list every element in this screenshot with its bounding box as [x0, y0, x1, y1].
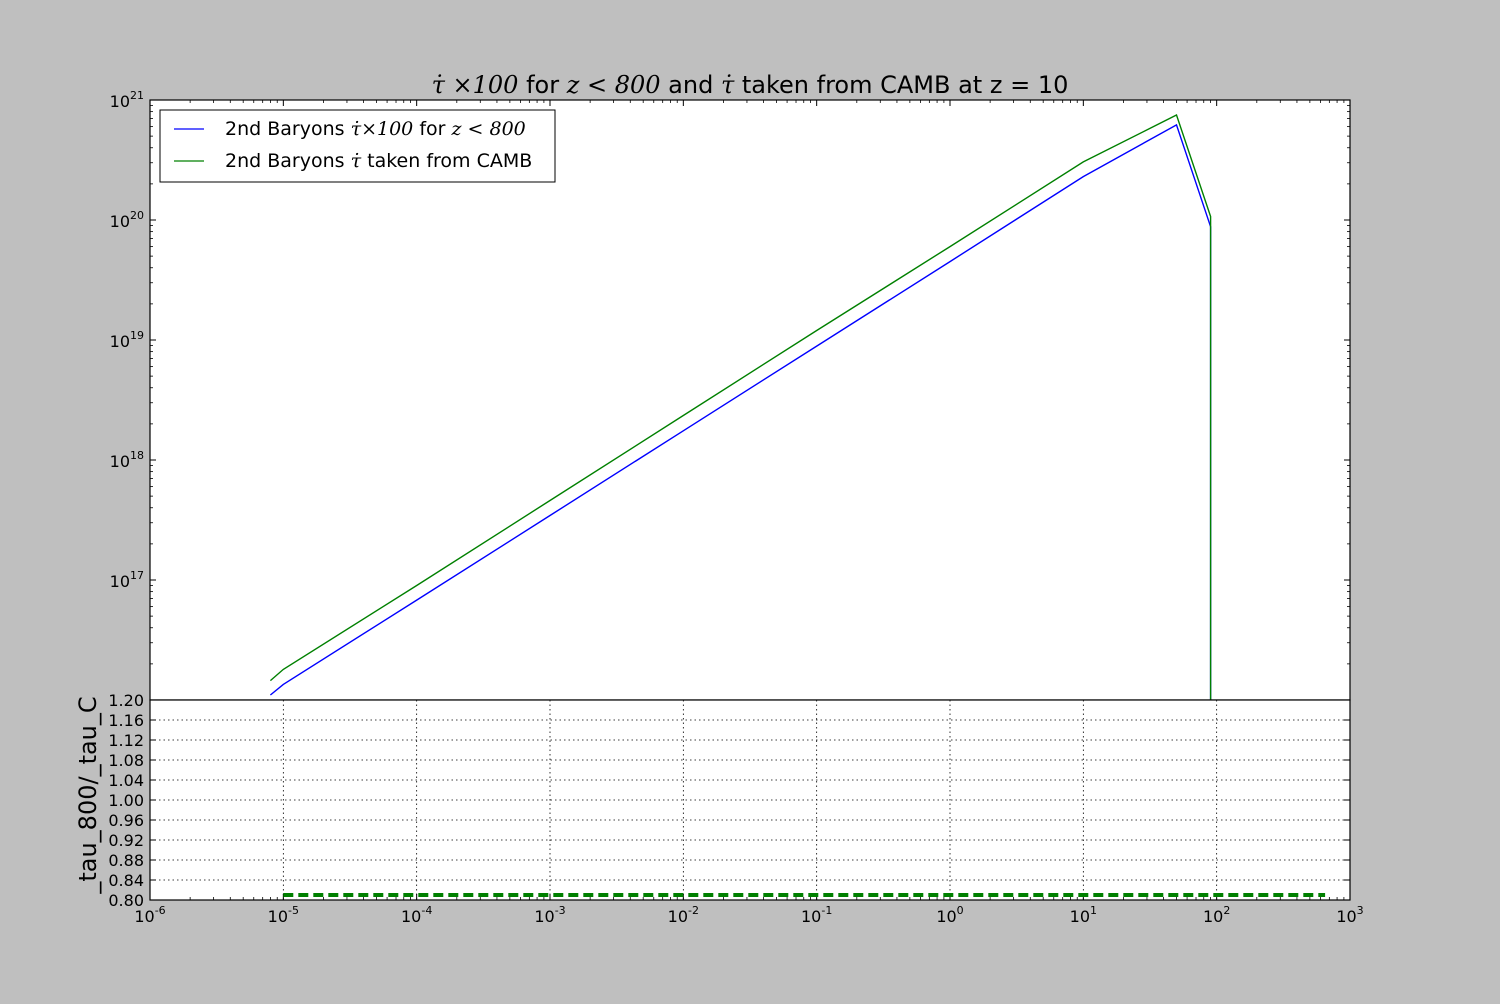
bottom-y-tick-label-9: 1.16 — [108, 711, 144, 730]
bottom-y-tick-label-4: 0.96 — [108, 811, 144, 830]
bottom-x-tick-label-9: 103 — [1336, 904, 1363, 926]
legend: 2nd Baryons τ̇×100 for z < 800 2nd Baryo… — [159, 109, 556, 183]
bottom-y-axis-label: _tau_800/_tau_C — [74, 696, 102, 894]
top-y-tick-label-1: 1018 — [110, 449, 144, 471]
bottom-y-tick-label-1: 0.84 — [108, 871, 144, 890]
bottom-y-tick-label-7: 1.08 — [108, 751, 144, 770]
legend-label-0: 2nd Baryons τ̇×100 for z < 800 — [225, 118, 526, 140]
bottom-x-tick-label-2: 10-4 — [401, 904, 432, 926]
bottom-y-tick-label-2: 0.88 — [108, 851, 144, 870]
chart-title: τ̇ ×100 for z < 800 and τ̇ taken from CA… — [432, 71, 1069, 99]
bottom-x-tick-label-5: 10-1 — [801, 904, 832, 926]
top-panel: 1017 1018 1019 1020 1021 2nd Baryons τ̇×100 … — [110, 89, 1351, 701]
top-y-tick-label-2: 1019 — [110, 329, 144, 351]
legend-label-1: 2nd Baryons τ̇ taken from CAMB — [225, 150, 532, 172]
bottom-y-tick-label-8: 1.12 — [108, 731, 144, 750]
bottom-y-tick-label-6: 1.04 — [108, 771, 144, 790]
bottom-x-tick-label-6: 100 — [936, 904, 963, 926]
bottom-x-tick-label-0: 10-6 — [134, 904, 165, 926]
chart-canvas: τ̇ ×100 for z < 800 and τ̇ taken from CA… — [74, 71, 1364, 926]
top-y-tick-label-3: 1020 — [110, 209, 144, 231]
bottom-x-tick-label-3: 10-3 — [534, 904, 565, 926]
figure: τ̇ ×100 for z < 800 and τ̇ taken from CA… — [0, 0, 1500, 1000]
top-plot-area — [150, 100, 1350, 700]
bottom-x-tick-label-8: 102 — [1203, 904, 1230, 926]
bottom-x-tick-label-7: 101 — [1070, 904, 1097, 926]
bottom-x-tick-label-1: 10-5 — [268, 904, 299, 926]
top-y-tick-label-0: 1017 — [110, 569, 144, 591]
bottom-y-tick-label-5: 1.00 — [108, 791, 144, 810]
top-y-tick-label-4: 1021 — [110, 89, 144, 111]
bottom-x-tick-label-4: 10-2 — [668, 904, 699, 926]
bottom-y-tick-label-3: 0.92 — [108, 831, 144, 850]
bottom-y-tick-label-10: 1.20 — [108, 691, 144, 710]
